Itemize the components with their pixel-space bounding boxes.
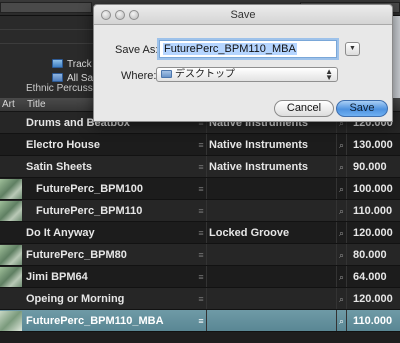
artwork-thumbnail <box>0 201 22 221</box>
track-row[interactable]: FuturePerc_BPM80 ≡ ⌕ 80.000 <box>0 244 400 266</box>
key-icon: ⌕ <box>336 244 346 265</box>
drag-handle-icon[interactable]: ≡ <box>196 134 206 155</box>
track-row[interactable]: Electro House ≡ Native Instruments ⌕ 130.000 <box>0 134 400 156</box>
expand-dialog-button[interactable]: ▼ <box>345 42 360 56</box>
track-row[interactable]: Do It Anyway ≡ Locked Groove ⌕ 120.000 <box>0 222 400 244</box>
track-title: FuturePerc_BPM100 <box>36 183 143 195</box>
where-label: Where: <box>121 70 157 82</box>
track-title: Do It Anyway <box>26 227 95 239</box>
dialog-titlebar: Save <box>94 5 392 25</box>
artwork-cell <box>0 112 22 133</box>
save-as-input[interactable]: FuturePerc_BPM110_MBA <box>159 40 337 58</box>
track-row[interactable]: FuturePerc_BPM110_MBA ≡ ⌕ 110.000 <box>0 310 400 332</box>
tree-item-track[interactable]: Track <box>0 58 98 72</box>
track-label <box>206 200 336 221</box>
track-title: Satin Sheets <box>26 161 93 173</box>
artwork-cell <box>0 266 22 287</box>
chevron-down-icon: ▼ <box>349 45 356 52</box>
track-bpm: 120.000 <box>346 288 400 309</box>
track-bpm: 120.000 <box>346 222 400 243</box>
drag-handle-icon[interactable]: ≡ <box>196 266 206 287</box>
tree-item-ethnic-percussion[interactable]: Ethnic Percuss <box>0 82 98 96</box>
save-button[interactable]: Save <box>336 100 388 117</box>
track-bpm: 130.000 <box>346 134 400 155</box>
column-header-title[interactable]: Title <box>27 98 46 112</box>
artwork-cell <box>0 222 22 243</box>
track-label: Native Instruments <box>206 156 336 177</box>
artwork-cell <box>0 178 22 199</box>
track-label <box>206 266 336 287</box>
key-icon: ⌕ <box>336 310 346 331</box>
track-row[interactable]: Satin Sheets ≡ Native Instruments ⌕ 90.000 <box>0 156 400 178</box>
browser-tree: Track All Sa Ethnic Percuss <box>0 16 98 98</box>
key-icon: ⌕ <box>336 134 346 155</box>
track-label <box>206 244 336 265</box>
track-bpm: 110.000 <box>346 200 400 221</box>
key-icon: ⌕ <box>336 288 346 309</box>
tree-divider <box>0 29 98 30</box>
cancel-button[interactable]: Cancel <box>274 100 334 117</box>
track-label: Native Instruments <box>206 134 336 155</box>
folder-icon <box>52 59 63 68</box>
drag-handle-icon[interactable]: ≡ <box>196 310 206 331</box>
toolbar-segment <box>0 2 92 13</box>
artwork-cell <box>0 244 22 265</box>
column-header-art[interactable]: Art <box>2 98 15 112</box>
tree-item-label: Track <box>67 59 92 70</box>
where-popup-value: デスクトップ <box>175 69 235 80</box>
track-bpm: 80.000 <box>346 244 400 265</box>
artwork-thumbnail <box>0 245 22 265</box>
save-as-input-text: FuturePerc_BPM110_MBA <box>163 43 297 55</box>
track-title: FuturePerc_BPM80 <box>26 249 127 261</box>
track-title: FuturePerc_BPM110_MBA <box>26 315 164 327</box>
artwork-cell <box>0 134 22 155</box>
drag-handle-icon[interactable]: ≡ <box>196 222 206 243</box>
where-popup-button[interactable]: デスクトップ ▲ ▼ <box>156 67 338 82</box>
artwork-thumbnail <box>0 179 22 199</box>
drag-handle-icon[interactable]: ≡ <box>196 244 206 265</box>
artwork-cell <box>0 200 22 221</box>
dialog-title: Save <box>230 9 256 21</box>
key-icon: ⌕ <box>336 156 346 177</box>
key-icon: ⌕ <box>336 200 346 221</box>
drag-handle-icon[interactable]: ≡ <box>196 200 206 221</box>
track-title: Jimi BPM64 <box>26 271 88 283</box>
track-title: Electro House <box>26 139 100 151</box>
track-label <box>206 310 336 331</box>
track-title: FuturePerc_BPM110 <box>36 205 143 217</box>
track-bpm: 64.000 <box>346 266 400 287</box>
drag-handle-icon[interactable]: ≡ <box>196 178 206 199</box>
artwork-thumbnail <box>0 267 22 287</box>
track-row[interactable]: FuturePerc_BPM100 ≡ ⌕ 100.000 <box>0 178 400 200</box>
artwork-thumbnail <box>0 311 22 331</box>
track-row[interactable]: FuturePerc_BPM110 ≡ ⌕ 110.000 <box>0 200 400 222</box>
track-bpm: 110.000 <box>346 310 400 331</box>
tree-divider <box>0 43 98 44</box>
track-bpm: 100.000 <box>346 178 400 199</box>
track-title: Opeing or Morning <box>26 293 125 305</box>
save-as-label: Save As: <box>115 44 159 56</box>
up-down-arrows-icon: ▲ ▼ <box>325 66 333 82</box>
key-icon: ⌕ <box>336 222 346 243</box>
track-row[interactable]: Opeing or Morning ≡ ⌕ 120.000 <box>0 288 400 310</box>
track-row[interactable]: Jimi BPM64 ≡ ⌕ 64.000 <box>0 266 400 288</box>
artwork-cell <box>0 156 22 177</box>
track-label: Locked Groove <box>206 222 336 243</box>
track-bpm: 90.000 <box>346 156 400 177</box>
key-icon: ⌕ <box>336 266 346 287</box>
key-icon: ⌕ <box>336 178 346 199</box>
drag-handle-icon[interactable]: ≡ <box>196 156 206 177</box>
track-label <box>206 178 336 199</box>
drag-handle-icon[interactable]: ≡ <box>196 288 206 309</box>
artwork-cell <box>0 310 22 331</box>
folder-icon <box>161 70 172 78</box>
folder-icon <box>52 73 63 82</box>
save-dialog: Save Save As: FuturePerc_BPM110_MBA ▼ Wh… <box>93 4 393 122</box>
artwork-cell <box>0 288 22 309</box>
track-label <box>206 288 336 309</box>
